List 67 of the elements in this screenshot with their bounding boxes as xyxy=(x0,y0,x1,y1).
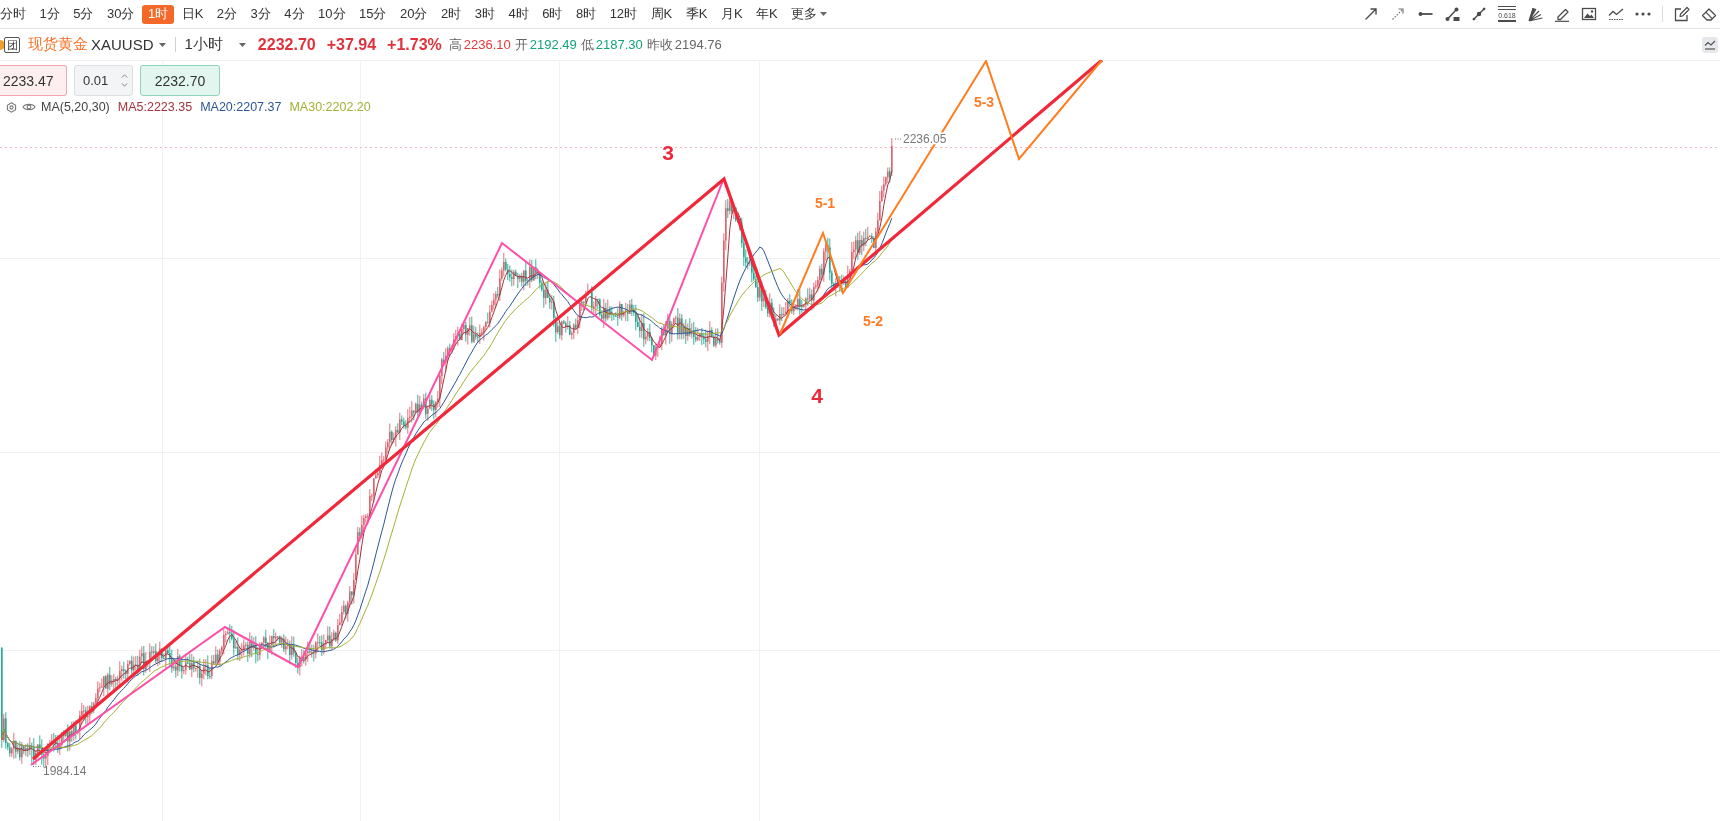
stat-value: 2192.49 xyxy=(529,37,577,52)
timeframe-tab[interactable]: 日K xyxy=(176,4,209,24)
caret-icon[interactable] xyxy=(820,12,828,16)
stat-value: 2194.76 xyxy=(674,37,722,52)
timeframe-tab[interactable]: 2时 xyxy=(435,4,467,24)
edit-icon[interactable] xyxy=(1674,6,1690,22)
stat-label: 高 xyxy=(448,35,462,54)
more-dropdown[interactable]: 更多 xyxy=(785,4,833,24)
line-segment-icon[interactable] xyxy=(1444,6,1460,22)
timeframe-tab[interactable]: 20分 xyxy=(394,4,433,24)
caret-icon[interactable] xyxy=(158,42,166,47)
price-change: +37.94 xyxy=(326,35,377,54)
eye-icon[interactable] xyxy=(22,102,36,112)
timeframe-tab[interactable]: 周K xyxy=(645,4,678,24)
wave-label: 5-2 xyxy=(862,313,884,330)
timeframe-tab[interactable]: 年K xyxy=(750,4,784,24)
fan-icon[interactable] xyxy=(1527,6,1543,22)
arrow-icon[interactable] xyxy=(1363,6,1379,22)
timeframe-tab[interactable]: 2分 xyxy=(211,4,243,24)
stat-value: 2187.30 xyxy=(595,37,643,52)
buy-button[interactable]: 2232.70 xyxy=(140,65,220,96)
wave-label: 3 xyxy=(662,140,674,164)
timeframe-tab[interactable]: 1分 xyxy=(34,4,66,24)
last-price: 2232.70 xyxy=(257,35,316,54)
ma-value: MA30:2202.20 xyxy=(289,100,371,114)
sell-button[interactable]: 2233.47 xyxy=(0,65,67,96)
wave-label: 4 xyxy=(811,383,823,407)
wave-label: 5-1 xyxy=(814,195,836,212)
timeframe-tab[interactable]: 8时 xyxy=(570,4,602,24)
stat-label: 昨收 xyxy=(646,35,673,54)
price-change-percent: +1.73% xyxy=(387,35,442,54)
settings-icon[interactable] xyxy=(6,101,17,113)
stat-label: 开 xyxy=(514,35,528,54)
low-price-label: 1984.14 xyxy=(43,764,87,778)
timeframe-tab[interactable]: 季K xyxy=(680,4,713,24)
leader-line xyxy=(32,766,42,767)
line-chart-icon[interactable] xyxy=(1608,6,1624,22)
timeframe-tab[interactable]: 4时 xyxy=(502,4,535,24)
indicator-name: MA(5,20,30) xyxy=(41,100,110,114)
caret-icon[interactable] xyxy=(238,42,246,47)
zigzag-icon[interactable] xyxy=(1702,36,1718,53)
timeframe-tab[interactable]: 3分 xyxy=(245,4,277,24)
timeframe-tab[interactable]: 4分 xyxy=(278,4,311,24)
timeframe-tab[interactable]: 6时 xyxy=(536,4,568,24)
symbol-badge: 团 xyxy=(4,36,20,53)
pencil-icon[interactable] xyxy=(1554,6,1570,22)
leader-line xyxy=(894,138,903,140)
timeframe-tab[interactable]: 10分 xyxy=(312,4,351,24)
symbol-code[interactable]: XAUUSD xyxy=(91,36,154,53)
interval-dropdown[interactable]: 1小时 xyxy=(184,35,246,54)
timeframe-tab[interactable]: 30分 xyxy=(101,4,140,24)
ma-value: MA5:2223.35 xyxy=(117,100,193,114)
timeframe-tab[interactable]: 15分 xyxy=(353,4,392,24)
trend-line-icon[interactable] xyxy=(1471,6,1487,22)
wave-label: 5-3 xyxy=(973,94,995,111)
image-icon[interactable] xyxy=(1581,6,1597,22)
timeframe-tab[interactable]: 月K xyxy=(715,4,749,24)
timeframe-tab[interactable]: 5分 xyxy=(67,4,99,24)
ma-value: MA20:2207.37 xyxy=(200,100,282,114)
eraser-icon[interactable] xyxy=(1701,6,1717,22)
stat-label: 低 xyxy=(580,35,594,54)
stat-value: 2236.10 xyxy=(463,37,511,52)
timeframe-tab[interactable]: 12时 xyxy=(604,4,643,24)
timeframe-tab[interactable]: 3时 xyxy=(469,4,501,24)
dashed-arrow-icon[interactable] xyxy=(1390,6,1406,22)
more-icon[interactable] xyxy=(1635,12,1651,16)
timeframe-tab[interactable]: 分时 xyxy=(0,4,32,24)
